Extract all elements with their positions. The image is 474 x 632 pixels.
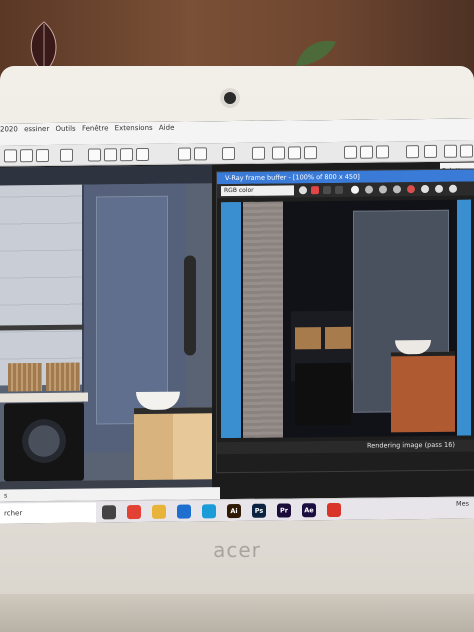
warning-icon[interactable] xyxy=(406,145,419,159)
measure-icon[interactable] xyxy=(460,144,473,158)
file-explorer-icon[interactable] xyxy=(152,504,166,519)
plant-leaf-right xyxy=(296,40,336,66)
laptop-hinge xyxy=(0,594,474,632)
channel-select[interactable]: RGB color xyxy=(221,185,294,197)
render-washing-machine xyxy=(295,362,351,426)
settings-icon[interactable] xyxy=(449,184,457,193)
menu-item-window[interactable]: Fenêtre xyxy=(82,124,108,132)
red-channel-icon[interactable] xyxy=(311,186,319,195)
eraser-tool-icon[interactable] xyxy=(20,149,33,163)
acer-logo: acer xyxy=(213,538,261,562)
angle-icon[interactable] xyxy=(444,144,457,158)
render-icon[interactable] xyxy=(344,145,357,159)
component-icon[interactable] xyxy=(178,147,191,161)
ceiling xyxy=(0,165,212,186)
green-channel-icon[interactable] xyxy=(323,186,331,195)
render-vanity xyxy=(391,351,455,433)
round-mirror xyxy=(184,255,196,356)
history-icon[interactable] xyxy=(435,184,443,193)
menu-item-year[interactable]: 2020 xyxy=(0,125,18,133)
edge-icon[interactable] xyxy=(202,504,216,519)
taskbar-right-text: Mes xyxy=(456,499,469,508)
wicker-basket xyxy=(46,362,80,392)
view-front-icon[interactable] xyxy=(120,148,133,162)
menu-item-extensions[interactable]: Extensions xyxy=(115,124,153,132)
menu-item-tools[interactable]: Outils xyxy=(55,125,75,133)
render-right-wall xyxy=(457,199,471,436)
view-right-icon[interactable] xyxy=(136,147,149,162)
tiled-wall xyxy=(0,184,84,386)
cloud-icon[interactable] xyxy=(304,146,317,160)
sketchup-viewport[interactable] xyxy=(0,165,212,490)
mail-icon[interactable] xyxy=(177,504,191,519)
laptop-screen: 2020 essiner Outils Fenêtre Extensions A… xyxy=(0,118,474,524)
counter-top xyxy=(0,392,88,403)
view-top-icon[interactable] xyxy=(104,148,117,162)
lights-icon[interactable] xyxy=(376,145,389,159)
wicker-basket xyxy=(8,363,42,392)
check-icon[interactable] xyxy=(252,146,265,160)
view-iso-icon[interactable] xyxy=(88,148,101,162)
render-status: Rendering image (pass 16) xyxy=(367,440,455,450)
wall-shelf xyxy=(0,324,84,331)
clear-icon[interactable] xyxy=(421,184,429,194)
save-icon[interactable] xyxy=(393,185,401,194)
blue-channel-icon[interactable] xyxy=(335,185,343,194)
shower-glass-door xyxy=(96,195,168,425)
grey-dot-icon[interactable] xyxy=(365,185,373,194)
menu-item-draw[interactable]: essiner xyxy=(24,125,49,133)
webcam xyxy=(224,92,236,104)
refresh-icon[interactable] xyxy=(288,146,301,160)
task-view-icon[interactable] xyxy=(102,505,116,520)
washing-machine-door xyxy=(22,418,66,464)
wood-vanity xyxy=(134,407,212,490)
white-dot-icon[interactable] xyxy=(351,185,359,194)
chrome-icon[interactable] xyxy=(127,505,141,520)
vray-frame-buffer-window: V-Ray frame buffer - [100% of 800 x 450]… xyxy=(216,168,474,474)
taskbar-search[interactable]: rcher xyxy=(0,502,96,524)
tag-icon[interactable] xyxy=(194,147,207,161)
paint-tool-icon[interactable] xyxy=(36,148,49,163)
render-basket xyxy=(295,327,321,350)
render-stone-column xyxy=(243,201,283,438)
sketchup-toolbar xyxy=(0,140,474,167)
sketchup-icon[interactable] xyxy=(327,502,341,518)
frame-buffer-icon[interactable] xyxy=(360,145,373,159)
group-tool-icon[interactable] xyxy=(60,148,73,162)
render-basket xyxy=(325,326,351,350)
plugin-icon[interactable] xyxy=(222,147,235,161)
photoshop-icon[interactable]: Ps xyxy=(252,503,266,518)
select-tool-icon[interactable] xyxy=(4,149,17,163)
after-effects-icon[interactable]: Ae xyxy=(302,503,316,518)
orbit-icon[interactable] xyxy=(272,146,285,160)
render-blue-wall xyxy=(221,201,241,439)
render-preview[interactable] xyxy=(221,199,471,439)
illustrator-icon[interactable]: Ai xyxy=(227,503,241,519)
stop-render-icon[interactable] xyxy=(407,185,415,194)
channel-dot-icon[interactable] xyxy=(299,186,307,195)
menu-item-help[interactable]: Aide xyxy=(159,124,174,132)
premiere-icon[interactable]: Pr xyxy=(277,503,291,518)
ruler-icon[interactable] xyxy=(424,144,437,159)
lens-icon[interactable] xyxy=(379,185,387,194)
